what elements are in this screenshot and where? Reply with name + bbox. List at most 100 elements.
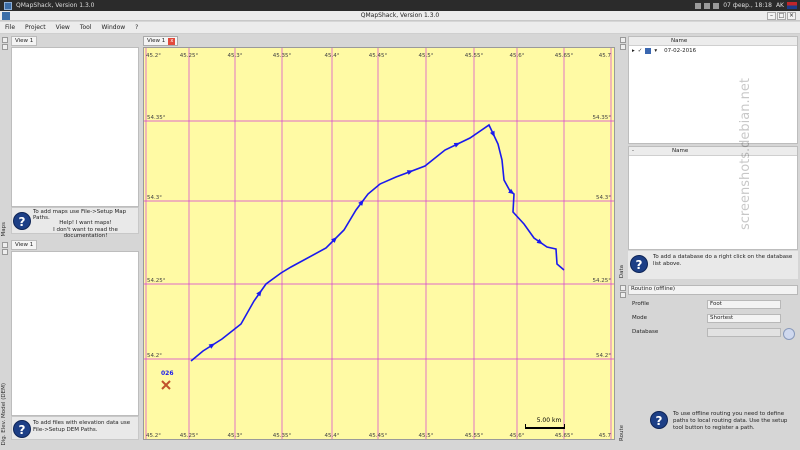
latitude-label-right: 54.3° [596, 195, 611, 201]
chevron-down-icon[interactable]: ▾ [654, 48, 657, 54]
maximize-button[interactable]: □ [777, 12, 786, 20]
visible-checkbox[interactable]: ✓ [638, 48, 643, 54]
window-titlebar: QMapShack, Version 1.3.0 [0, 11, 800, 21]
maps-side-tab[interactable]: Maps [1, 222, 7, 236]
menu-view[interactable]: View [51, 24, 75, 31]
longitude-label-top: 45.7 [599, 53, 612, 59]
longitude-label-bottom: 45.65° [555, 433, 574, 439]
close-button[interactable]: × [787, 12, 796, 20]
expand-arrow-icon[interactable]: ▸ [632, 48, 635, 54]
database-select[interactable] [707, 328, 781, 337]
workspace-header-name: Name [671, 38, 688, 44]
latitude-label-right: 54.35° [593, 115, 612, 121]
dem-help-text: To add files with elevation data use Fil… [33, 420, 131, 433]
database-help-panel: ? To add a database do a right click on … [628, 251, 798, 279]
window-app-icon[interactable] [2, 12, 10, 20]
profile-select[interactable]: Foot [707, 300, 781, 309]
maps-help-panel: ? To add maps use File->Setup Map Paths.… [11, 207, 139, 239]
longitude-label-bottom: 45.35° [273, 433, 292, 439]
latitude-label-left: 54.35° [147, 115, 166, 121]
system-taskbar: QMapShack, Version 1.3.0 07 февр., 18:18… [0, 0, 800, 11]
profile-select-value: Foot [710, 301, 722, 307]
workspace-header: Name [629, 37, 797, 46]
track-direction-arrow [406, 170, 414, 175]
keyboard-layout[interactable]: AK [776, 2, 784, 9]
menu-file[interactable]: File [0, 24, 20, 31]
project-flag-icon [645, 48, 652, 54]
help-icon: ? [13, 212, 31, 230]
qmapshack-app-icon [4, 1, 12, 10]
scale-bar: 5.00 km [525, 417, 565, 429]
clock[interactable]: 07 февр., 18:18 [723, 2, 772, 9]
longitude-label-bottom: 45.7 [599, 433, 612, 439]
maps-dock-controls[interactable] [1, 36, 9, 56]
database-col-name: Name [672, 148, 689, 154]
mode-select-value: Shortest [710, 315, 734, 321]
latitude-label-left: 54.3° [147, 195, 162, 201]
router-select-value: Routino (offline) [631, 286, 676, 292]
longitude-label-top: 45.4° [325, 53, 340, 59]
database-list[interactable]: - Name [628, 146, 798, 250]
workspace-tree[interactable]: Name ▸ ✓ ▾ 07-02-2016 [628, 36, 798, 144]
dem-side-tab[interactable]: Dig. Elev. Model (DEM) [1, 383, 7, 445]
maps-help-link-want-maps[interactable]: Help! I want maps! [33, 220, 138, 226]
help-icon: ? [650, 411, 668, 429]
route-help-panel: ? To use offline routing you need to def… [628, 408, 798, 440]
route-side-tab[interactable]: Route [619, 425, 625, 441]
taskbar-app-button[interactable]: QMapShack, Version 1.3.0 [0, 1, 99, 10]
mode-select[interactable]: Shortest [707, 314, 781, 323]
network-icon[interactable] [695, 2, 702, 9]
longitude-label-top: 45.3° [228, 53, 243, 59]
volume-icon[interactable] [704, 2, 711, 9]
close-tab-icon[interactable]: x [168, 37, 176, 45]
profile-label: Profile [632, 301, 650, 307]
waypoint-icon[interactable] [161, 380, 171, 390]
maps-help-link-docs[interactable]: I don't want to read the documentation! [33, 227, 138, 239]
project-row[interactable]: ▸ ✓ ▾ 07-02-2016 [629, 46, 797, 56]
route-dock-controls[interactable] [619, 284, 627, 304]
latitude-label-right: 54.25° [593, 278, 612, 284]
mode-label: Mode [632, 315, 647, 321]
flag-icon[interactable] [787, 2, 797, 9]
tray-icons[interactable] [695, 2, 720, 9]
menu-project[interactable]: Project [20, 24, 51, 31]
workspace-dock-controls[interactable] [619, 36, 627, 56]
help-icon: ? [630, 255, 648, 273]
longitude-label-bottom: 45.25° [180, 433, 199, 439]
latitude-label-right: 54.2° [596, 353, 611, 359]
map-view-tab[interactable]: View 1 x [143, 36, 179, 46]
map-drawing[interactable]: 45.2° 45.25° 45.3° 45.35° 45.4° 45.45° 45.5° 45… [144, 48, 614, 439]
data-side-tab[interactable]: Data [619, 265, 625, 278]
setup-paths-button[interactable] [783, 328, 795, 340]
menu-tool[interactable]: Tool [75, 24, 97, 31]
maps-list[interactable] [11, 47, 139, 207]
map-view-tab-label: View 1 [147, 38, 166, 44]
menu-help[interactable]: ? [130, 24, 143, 31]
longitude-label-bottom: 45.45° [369, 433, 388, 439]
dem-list[interactable] [11, 251, 139, 416]
maps-view-tab[interactable]: View 1 [11, 36, 38, 46]
project-name: 07-02-2016 [664, 48, 697, 54]
longitude-label-top: 45.35° [273, 53, 292, 59]
longitude-label-bottom: 45.2° [146, 433, 161, 439]
map-canvas[interactable]: 45.2° 45.25° 45.3° 45.35° 45.4° 45.45° 45.5° 45… [143, 47, 615, 440]
route-area [628, 342, 798, 408]
menu-window[interactable]: Window [96, 24, 130, 31]
longitude-label-top: 45.55° [465, 53, 484, 59]
dem-view-tab[interactable]: View 1 [11, 240, 38, 250]
longitude-label-bottom: 45.3° [228, 433, 243, 439]
longitude-label-top: 45.25° [180, 53, 199, 59]
battery-icon[interactable] [713, 2, 720, 9]
minimize-button[interactable]: – [767, 12, 776, 20]
window-title: QMapShack, Version 1.3.0 [360, 12, 440, 19]
database-label: Database [632, 329, 659, 335]
track-line[interactable] [190, 123, 565, 362]
menu-bar: File Project View Tool Window ? [0, 22, 800, 34]
waypoint-label: 026 [161, 370, 174, 377]
longitude-label-top: 45.2° [146, 53, 161, 59]
longitude-label-bottom: 45.6° [510, 433, 525, 439]
latitude-label-left: 54.2° [147, 353, 162, 359]
dem-dock-controls[interactable] [1, 241, 9, 261]
router-select[interactable]: Routino (offline) [628, 285, 798, 295]
route-help-text: To use offline routing you need to defin… [673, 411, 788, 431]
